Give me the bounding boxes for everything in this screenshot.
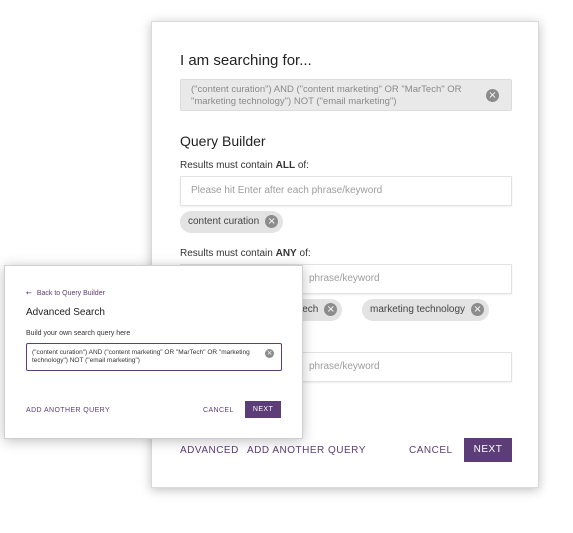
exclude-keywords-placeholder: phrase/keyword: [309, 361, 380, 372]
remove-chip-icon[interactable]: ×: [265, 215, 279, 228]
any-keywords-placeholder: phrase/keyword: [309, 273, 380, 284]
query-preview-field: ("content curation") AND ("content marke…: [180, 79, 512, 111]
all-keywords-input[interactable]: Please hit Enter after each phrase/keywo…: [180, 176, 512, 206]
clear-query-icon[interactable]: ×: [486, 89, 499, 102]
all-keywords-placeholder: Please hit Enter after each phrase/keywo…: [191, 185, 383, 196]
advanced-query-input[interactable]: ("content curation") AND ("content marke…: [26, 343, 282, 371]
adv-add-another-query-button[interactable]: ADD ANOTHER QUERY: [26, 407, 110, 414]
arrow-left-icon: ←: [26, 289, 32, 297]
any-label: Results must contain ANY of:: [180, 248, 311, 259]
cancel-button[interactable]: CANCEL: [409, 445, 453, 456]
query-preview-text: ("content curation") AND ("content marke…: [191, 84, 462, 107]
advanced-search-panel: ← Back to Query Builder Advanced Search …: [4, 265, 303, 439]
searching-heading: I am searching for...: [180, 52, 312, 69]
advanced-query-text: ("content curation") AND ("content marke…: [32, 349, 250, 364]
next-button[interactable]: NEXT: [464, 438, 512, 462]
chip-marketing-technology: marketing technology ×: [362, 299, 490, 321]
chip-content-curation: content curation ×: [180, 211, 284, 233]
chip-label: content curation: [188, 216, 260, 227]
adv-cancel-button[interactable]: CANCEL: [203, 407, 234, 414]
all-label: Results must contain ALL of:: [180, 160, 309, 171]
remove-chip-icon[interactable]: ×: [324, 303, 338, 316]
back-link-label: Back to Query Builder: [36, 290, 105, 297]
advanced-button[interactable]: ADVANCED: [180, 445, 239, 456]
remove-chip-icon[interactable]: ×: [471, 303, 485, 316]
add-another-query-button[interactable]: ADD ANOTHER QUERY: [247, 445, 366, 456]
query-builder-title: Query Builder: [180, 133, 266, 149]
adv-next-button[interactable]: NEXT: [245, 401, 281, 418]
clear-advanced-query-icon[interactable]: ×: [265, 349, 274, 358]
advanced-search-title: Advanced Search: [26, 307, 105, 318]
advanced-search-subtitle: Build your own search query here: [26, 330, 131, 337]
back-to-query-builder-link[interactable]: ← Back to Query Builder: [26, 289, 105, 297]
chip-label: marketing technology: [370, 304, 466, 315]
